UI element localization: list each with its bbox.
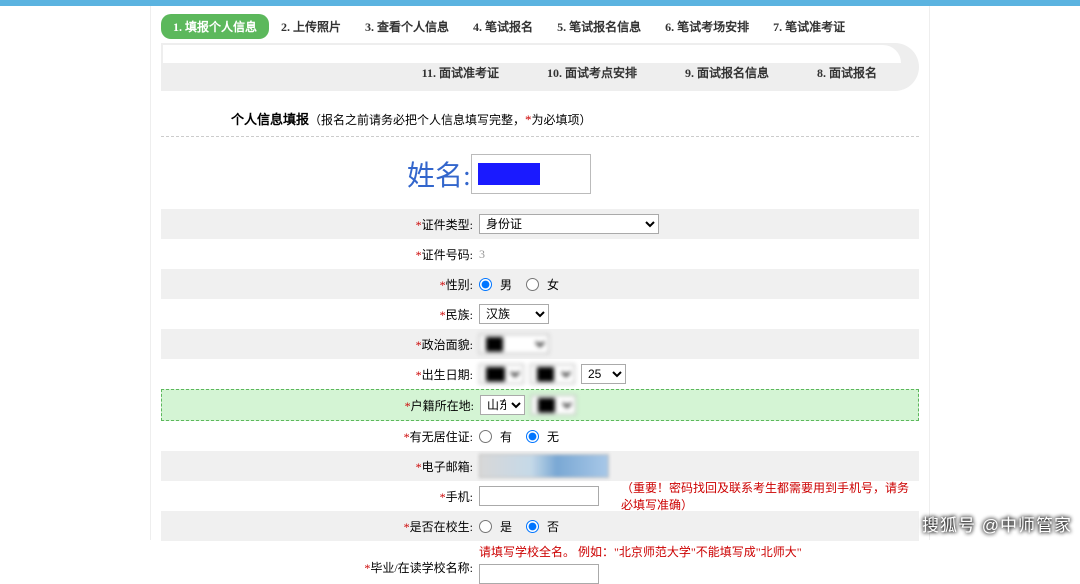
gender-male-radio[interactable] bbox=[479, 278, 492, 291]
residence-yes-radio[interactable] bbox=[479, 430, 492, 443]
gender-label: 性别: bbox=[446, 278, 473, 292]
political-label: 政治面貌: bbox=[422, 338, 473, 352]
ethnic-label: 民族: bbox=[446, 308, 473, 322]
school-hint: 请填写学校全名。 例如："北京师范大学"不能填写成"北师大" bbox=[479, 543, 802, 560]
phone-hint: （重要！密码找回及联系考生都需要用到手机号，请务必填写准确） bbox=[621, 479, 919, 513]
personal-info-form: 姓名: *证件类型: 身份证 *证件号码: 3 *性别: 男 女 *民族: 汉族… bbox=[161, 151, 919, 584]
step-5[interactable]: 5. 笔试报名信息 bbox=[545, 14, 653, 39]
birth-label: 出生日期: bbox=[422, 368, 473, 382]
id-type-label: 证件类型: bbox=[422, 218, 473, 232]
phone-label: 手机: bbox=[446, 490, 473, 504]
step-7[interactable]: 7. 笔试准考证 bbox=[761, 14, 857, 39]
step-8[interactable]: 8. 面试报名 bbox=[805, 60, 889, 85]
birth-month-select[interactable]: ██ bbox=[530, 364, 575, 384]
gender-female-radio[interactable] bbox=[526, 278, 539, 291]
hukou-city-select[interactable]: ██ bbox=[531, 395, 576, 415]
section-title: 个人信息填报（报名之前请务必把个人信息填写完整，*为必填项） bbox=[231, 109, 919, 128]
name-label: 姓名: bbox=[407, 154, 471, 194]
hukou-label: 户籍所在地: bbox=[411, 399, 474, 413]
residence-label: 有无居住证: bbox=[410, 430, 473, 444]
step-1[interactable]: 1. 填报个人信息 bbox=[161, 14, 269, 39]
step-6[interactable]: 6. 笔试考场安排 bbox=[653, 14, 761, 39]
student-label: 是否在校生: bbox=[410, 520, 473, 534]
step-4[interactable]: 4. 笔试报名 bbox=[461, 14, 545, 39]
step-10[interactable]: 10. 面试考点安排 bbox=[535, 60, 649, 85]
name-input[interactable] bbox=[471, 154, 591, 194]
step-navigation: 1. 填报个人信息 2. 上传照片 3. 查看个人信息 4. 笔试报名 5. 笔… bbox=[161, 6, 919, 91]
school-input[interactable] bbox=[479, 564, 599, 584]
step-2[interactable]: 2. 上传照片 bbox=[269, 14, 353, 39]
id-number-value: 3 bbox=[479, 247, 485, 262]
step-3[interactable]: 3. 查看个人信息 bbox=[353, 14, 461, 39]
birth-day-select[interactable]: 25 bbox=[581, 364, 626, 384]
watermark: 搜狐号 @中师管家 bbox=[922, 511, 1072, 536]
id-type-select[interactable]: 身份证 bbox=[479, 214, 659, 234]
student-no-radio[interactable] bbox=[526, 520, 539, 533]
email-input[interactable] bbox=[479, 454, 609, 478]
step-11[interactable]: 11. 面试准考证 bbox=[410, 60, 511, 85]
step-9[interactable]: 9. 面试报名信息 bbox=[673, 60, 781, 85]
phone-input[interactable] bbox=[479, 486, 599, 506]
political-select[interactable]: ██ bbox=[479, 334, 549, 354]
birth-year-select[interactable]: ███ bbox=[479, 364, 524, 384]
email-label: 电子邮箱: bbox=[422, 460, 473, 474]
ethnic-select[interactable]: 汉族 bbox=[479, 304, 549, 324]
id-number-label: 证件号码: bbox=[422, 248, 473, 262]
hukou-province-select[interactable]: 山东 bbox=[480, 395, 525, 415]
school-label: 毕业/在读学校名称: bbox=[370, 561, 473, 575]
student-yes-radio[interactable] bbox=[479, 520, 492, 533]
residence-no-radio[interactable] bbox=[526, 430, 539, 443]
